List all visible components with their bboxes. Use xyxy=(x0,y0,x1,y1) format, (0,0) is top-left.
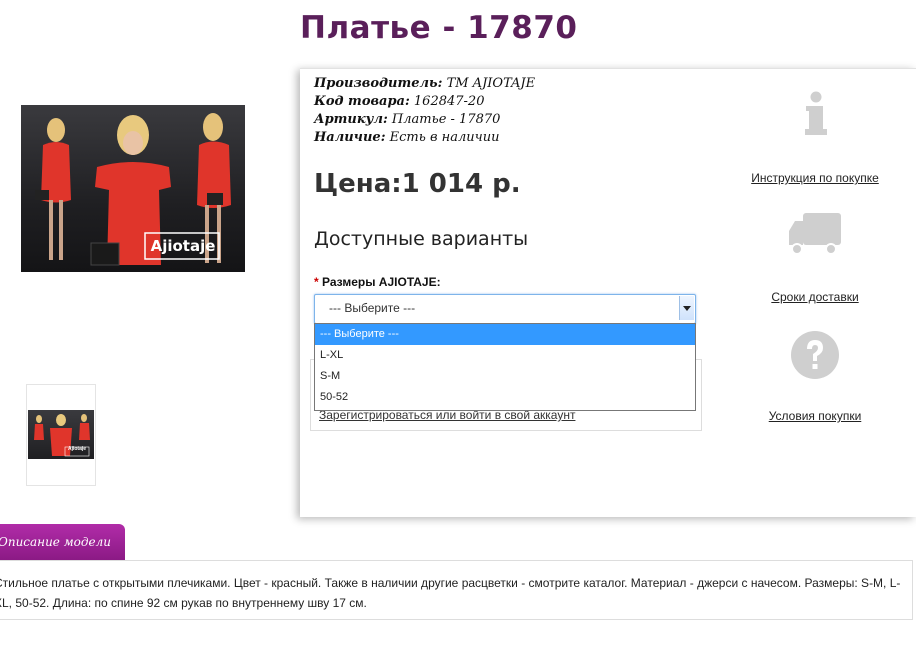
purchase-terms-link[interactable]: Условия покупки xyxy=(740,409,890,423)
product-info-panel: Производитель: ТМ AJIOTAJE Код товара: 1… xyxy=(300,68,916,517)
info-icon xyxy=(740,91,890,137)
truck-icon xyxy=(740,211,890,259)
size-select[interactable]: --- Выберите --- xyxy=(314,294,696,324)
article-row: Артикул: Платье - 17870 xyxy=(314,111,535,129)
product-meta: Производитель: ТМ AJIOTAJE Код товара: 1… xyxy=(314,75,535,147)
description-text: Стильное платье с открытыми плечиками. Ц… xyxy=(0,576,901,610)
size-select-label: * Размеры AJIOTAJE: xyxy=(314,275,441,289)
size-select-value: --- Выберите --- xyxy=(329,301,416,315)
manufacturer-row: Производитель: ТМ AJIOTAJE xyxy=(314,75,535,93)
page-title: Платье - 17870 xyxy=(300,10,578,46)
size-select-dropdown: --- Выберите --- L-XL S-M 50-52 xyxy=(314,323,696,411)
manufacturer-label: Производитель: xyxy=(314,76,443,91)
stock-value: Есть в наличии xyxy=(389,130,500,145)
code-row: Код товара: 162847-20 xyxy=(314,93,535,111)
code-label: Код товара: xyxy=(314,94,410,109)
thumbnail-image: Ajiotaje xyxy=(28,410,94,459)
purchase-instruction-link[interactable]: Инструкция по покупке xyxy=(740,171,890,185)
size-option[interactable]: L-XL xyxy=(315,345,695,366)
size-option[interactable]: 50-52 xyxy=(315,387,695,408)
chevron-down-icon[interactable] xyxy=(679,296,694,320)
question-icon xyxy=(740,330,890,380)
product-thumbnail[interactable]: Ajiotaje xyxy=(26,384,96,486)
size-option[interactable]: S-M xyxy=(315,366,695,387)
thumbnail-brand-label: Ajiotaje xyxy=(67,446,87,452)
photo-brand-label: Ajiotaje xyxy=(150,237,216,255)
product-price: Цена:1 014 р. xyxy=(314,169,521,199)
info-side-column: Инструкция по покупке Сроки доставки Усл… xyxy=(740,69,890,517)
manufacturer-value: ТМ AJIOTAJE xyxy=(446,76,536,91)
stock-row: Наличие: Есть в наличии xyxy=(314,129,535,147)
tab-description[interactable]: Описание модели xyxy=(0,524,125,560)
main-product-image[interactable]: Ajiotaje xyxy=(21,105,245,272)
article-label: Артикул: xyxy=(314,112,388,127)
size-label-text: Размеры AJIOTAJE: xyxy=(322,275,441,289)
variants-heading: Доступные варианты xyxy=(314,228,529,250)
description-panel: Стильное платье с открытыми плечиками. Ц… xyxy=(0,560,913,620)
stock-label: Наличие: xyxy=(314,130,386,145)
code-value: 162847-20 xyxy=(413,94,485,109)
article-value: Платье - 17870 xyxy=(391,112,501,127)
size-option[interactable]: --- Выберите --- xyxy=(315,324,695,345)
delivery-terms-link[interactable]: Сроки доставки xyxy=(740,290,890,304)
required-mark: * xyxy=(314,275,319,289)
